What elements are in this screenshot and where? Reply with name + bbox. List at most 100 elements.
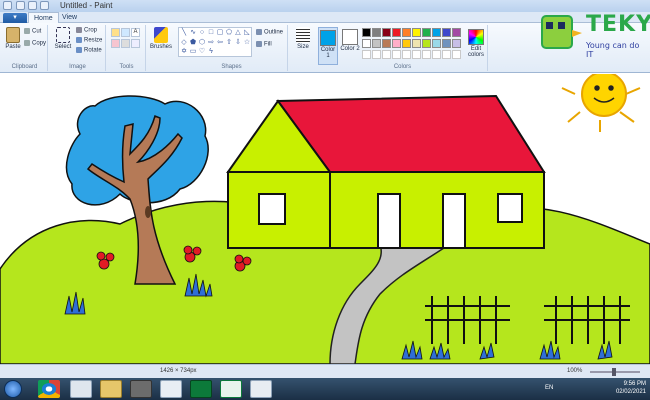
left-arrow-shape-icon[interactable]: ⇦ (216, 39, 224, 47)
tab-view[interactable]: View (57, 12, 82, 23)
app-icon[interactable] (130, 380, 152, 398)
undo-icon[interactable] (28, 1, 37, 10)
camtasia-recorder-icon[interactable] (220, 380, 242, 398)
resize-label: Resize (84, 37, 103, 44)
select-button[interactable]: Select (52, 27, 74, 50)
palette-swatch[interactable] (402, 28, 411, 37)
custom-color-slot[interactable] (392, 50, 401, 59)
right-arrow-shape-icon[interactable]: ⇨ (207, 39, 215, 47)
media-player-icon[interactable] (70, 380, 92, 398)
pencil-icon[interactable] (111, 28, 120, 37)
palette-swatch[interactable] (382, 39, 391, 48)
language-indicator[interactable]: EN (545, 385, 553, 391)
line-shape-icon[interactable]: ╲ (180, 29, 188, 37)
custom-color-slot[interactable] (402, 50, 411, 59)
palette-swatch[interactable] (452, 39, 461, 48)
rounded-rect-shape-icon[interactable]: ▢ (216, 29, 224, 37)
teky-logo: TEKY Young can do IT (536, 8, 650, 59)
crop-button[interactable]: Crop (76, 27, 97, 34)
zoom-slider-thumb[interactable] (612, 368, 616, 376)
diamond-shape-icon[interactable]: ◇ (180, 39, 188, 47)
custom-color-slot[interactable] (452, 50, 461, 59)
custom-color-slot[interactable] (422, 50, 431, 59)
chrome-icon[interactable] (38, 380, 60, 398)
outline-button[interactable]: Outline (256, 29, 283, 36)
text-icon[interactable]: A (131, 28, 140, 37)
color1-button[interactable]: Color 1 (318, 27, 338, 65)
palette-swatch[interactable] (362, 39, 371, 48)
palette-swatch[interactable] (422, 28, 431, 37)
color1-swatch (320, 30, 336, 46)
magnifier-icon[interactable] (131, 39, 140, 48)
explorer-icon[interactable] (100, 380, 122, 398)
palette-swatch[interactable] (442, 28, 451, 37)
up-arrow-shape-icon[interactable]: ⇧ (225, 39, 233, 47)
curve-shape-icon[interactable]: ∿ (189, 29, 197, 37)
star-shape-icon[interactable]: ☆ (243, 39, 251, 47)
palette-swatch[interactable] (392, 39, 401, 48)
cut-button[interactable]: Cut (24, 28, 41, 35)
camtasia-icon[interactable] (190, 380, 212, 398)
palette-swatch[interactable] (442, 39, 451, 48)
palette-swatch[interactable] (432, 39, 441, 48)
color2-button[interactable]: Color 2 (340, 27, 360, 65)
brushes-group: Brushes (148, 25, 174, 71)
system-clock[interactable]: 9:56 PM 02/02/2021 (616, 380, 646, 396)
pentagon-shape-icon[interactable]: ⬟ (189, 39, 197, 47)
paste-button[interactable]: Paste (4, 27, 22, 50)
down-arrow-shape-icon[interactable]: ⇩ (234, 39, 242, 47)
color-picker-icon[interactable] (121, 39, 130, 48)
fill-bucket-icon[interactable] (121, 28, 130, 37)
palette-swatch[interactable] (412, 39, 421, 48)
drawing-canvas[interactable] (0, 74, 650, 364)
palette-swatch[interactable] (382, 28, 391, 37)
paint-icon[interactable] (160, 380, 182, 398)
palette-swatch[interactable] (432, 28, 441, 37)
right-triangle-shape-icon[interactable]: ◺ (243, 29, 251, 37)
brushes-button[interactable]: Brushes (149, 27, 173, 50)
rectangle-shape-icon[interactable]: □ (207, 29, 215, 37)
palette-swatch[interactable] (372, 39, 381, 48)
palette-swatch[interactable] (392, 28, 401, 37)
outline-icon (256, 29, 262, 35)
size-button[interactable]: Size (292, 27, 314, 50)
app-menu-icon[interactable] (3, 1, 12, 10)
clipboard-group-label: Clipboard (11, 64, 38, 70)
heart-shape-icon[interactable]: ♡ (198, 48, 206, 56)
triangle-shape-icon[interactable]: △ (234, 29, 242, 37)
redo-icon[interactable] (40, 1, 49, 10)
hexagon-shape-icon[interactable]: ⬡ (198, 39, 206, 47)
copy-button[interactable]: Copy (24, 40, 46, 47)
save-icon[interactable] (16, 1, 25, 10)
custom-color-slot[interactable] (372, 50, 381, 59)
star-six-shape-icon[interactable]: ✡ (180, 48, 188, 56)
paint-brush-app-icon[interactable] (250, 380, 272, 398)
logo-tagline: Young can do IT (586, 41, 640, 59)
palette-swatch[interactable] (422, 39, 431, 48)
custom-color-slot[interactable] (362, 50, 371, 59)
palette-swatch[interactable] (412, 28, 421, 37)
start-button[interactable] (4, 380, 22, 398)
rotate-button[interactable]: Rotate (76, 47, 102, 54)
custom-color-slot[interactable] (382, 50, 391, 59)
file-menu-button[interactable]: ▾ (3, 13, 27, 23)
palette-swatch[interactable] (452, 28, 461, 37)
polygon-shape-icon[interactable]: ⬠ (225, 29, 233, 37)
zoom-slider[interactable] (590, 368, 640, 376)
shapes-group: ╲ ∿ ○ □ ▢ ⬠ △ ◺ ◇ ⬟ ⬡ ⇨ ⇦ ⇧ ⇩ ☆ ✡ ▭ ♡ ϟ … (176, 25, 288, 71)
eraser-icon[interactable] (111, 39, 120, 48)
resize-button[interactable]: Resize (76, 37, 102, 44)
tab-home[interactable]: Home (28, 12, 59, 23)
fill-button[interactable]: Fill (256, 41, 272, 48)
palette-swatch[interactable] (372, 28, 381, 37)
callout-shape-icon[interactable]: ▭ (189, 48, 197, 56)
custom-color-slot[interactable] (442, 50, 451, 59)
palette-swatch[interactable] (362, 28, 371, 37)
oval-shape-icon[interactable]: ○ (198, 29, 206, 37)
custom-color-slot[interactable] (432, 50, 441, 59)
lightning-shape-icon[interactable]: ϟ (207, 48, 215, 56)
edit-colors-label: Edit colors (467, 46, 484, 58)
custom-color-slot[interactable] (412, 50, 421, 59)
palette-swatch[interactable] (402, 39, 411, 48)
edit-colors-button[interactable]: Edit colors (464, 27, 488, 65)
